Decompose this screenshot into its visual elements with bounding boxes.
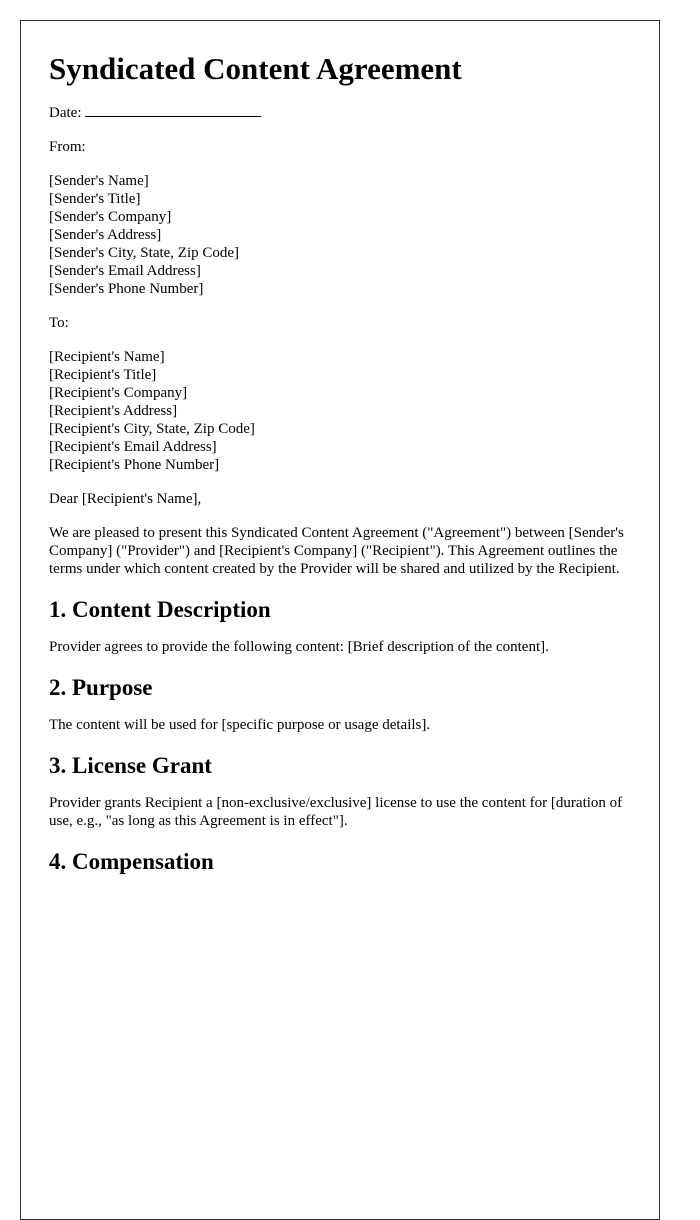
sender-address: [Sender's Address]: [49, 227, 162, 243]
section-heading: 1. Content Description: [49, 597, 271, 622]
section-body: Provider agrees to provide the following…: [49, 639, 549, 655]
recipient-name: [Recipient's Name]: [49, 349, 165, 365]
date-label: Date:: [49, 105, 82, 121]
from-label: From:: [49, 139, 86, 155]
recipient-company: [Recipient's Company]: [49, 385, 188, 401]
sender-title: [Sender's Title]: [49, 191, 141, 207]
date-line: Date:: [49, 102, 631, 122]
recipient-city-state-zip: [Recipient's City, State, Zip Code]: [49, 421, 255, 437]
recipient-email: [Recipient's Email Address]: [49, 439, 217, 455]
document-page: Syndicated Content Agreement Date: From:…: [20, 20, 660, 1220]
to-label: To:: [49, 315, 69, 331]
section-compensation: 4. Compensation: [49, 848, 631, 876]
section-heading: 2. Purpose: [49, 675, 153, 700]
section-body: Provider grants Recipient a [non-exclusi…: [49, 795, 623, 829]
recipient-address: [Recipient's Address]: [49, 403, 178, 419]
recipient-phone: [Recipient's Phone Number]: [49, 457, 220, 473]
section-body: The content will be used for [specific p…: [49, 717, 431, 733]
sender-name: [Sender's Name]: [49, 173, 149, 189]
intro-paragraph: We are pleased to present this Syndicate…: [49, 525, 624, 577]
salutation: Dear [Recipient's Name],: [49, 491, 202, 507]
sender-phone: [Sender's Phone Number]: [49, 281, 204, 297]
sender-city-state-zip: [Sender's City, State, Zip Code]: [49, 245, 240, 261]
section-purpose: 2. Purpose The content will be used for …: [49, 674, 631, 734]
recipient-title: [Recipient's Title]: [49, 367, 157, 383]
recipient-address-block: [Recipient's Name] [Recipient's Title] […: [49, 348, 631, 474]
section-content-description: 1. Content Description Provider agrees t…: [49, 596, 631, 656]
section-heading: 3. License Grant: [49, 753, 212, 778]
sender-email: [Sender's Email Address]: [49, 263, 201, 279]
section-license-grant: 3. License Grant Provider grants Recipie…: [49, 752, 631, 830]
date-blank-line: [85, 102, 262, 117]
sender-company: [Sender's Company]: [49, 209, 172, 225]
section-heading: 4. Compensation: [49, 849, 214, 874]
document-title: Syndicated Content Agreement: [49, 51, 462, 86]
sender-address-block: [Sender's Name] [Sender's Title] [Sender…: [49, 172, 631, 298]
